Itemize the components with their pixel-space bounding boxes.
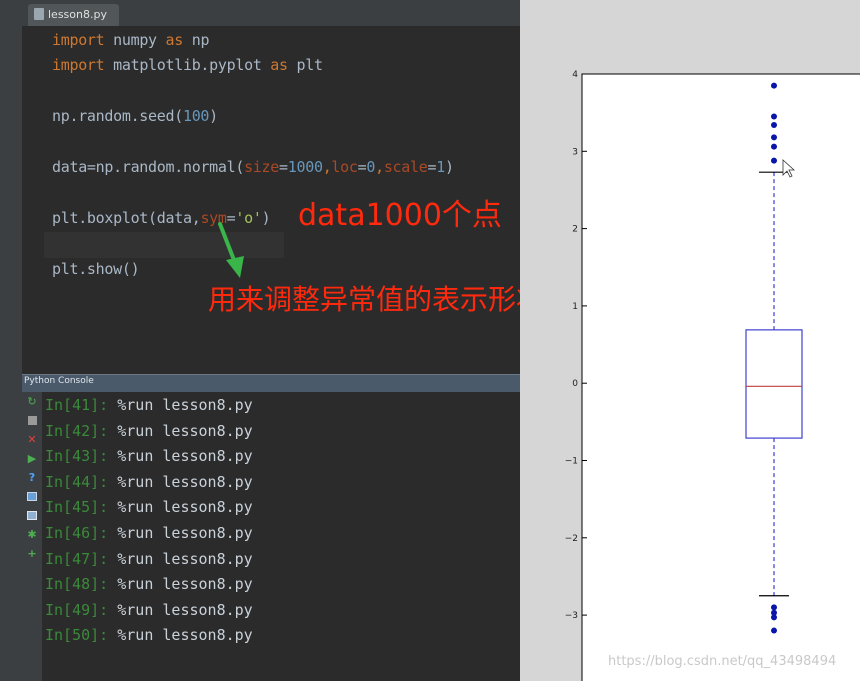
help-icon[interactable]: ? bbox=[26, 472, 38, 484]
outlier-point bbox=[771, 614, 777, 621]
console-prompt: In[48]: bbox=[45, 575, 109, 594]
console-header: Python Console bbox=[22, 374, 520, 392]
console-row: In[50]: %run lesson8.py bbox=[45, 626, 253, 644]
watermark: https://blog.csdn.net/qq_43498494 bbox=[608, 654, 837, 669]
console-title: Python Console bbox=[24, 376, 94, 386]
console-command: %run lesson8.py bbox=[117, 524, 253, 542]
console-command: %run lesson8.py bbox=[117, 498, 253, 517]
console-row: In[46]: %run lesson8.py bbox=[45, 524, 253, 542]
close-icon[interactable]: ✕ bbox=[26, 434, 38, 446]
y-tick-label: 3 bbox=[572, 147, 578, 157]
console-row: In[47]: %run lesson8.py bbox=[45, 550, 253, 568]
y-tick-label: −2 bbox=[565, 534, 578, 544]
y-tick-label: 1 bbox=[572, 302, 578, 312]
console-command: %run lesson8.py bbox=[117, 421, 253, 440]
console-command: %run lesson8.py bbox=[117, 447, 253, 466]
code-line-4: data=np.random.normal(size=1000,loc=0,sc… bbox=[52, 158, 454, 176]
console-command: %run lesson8.py bbox=[117, 396, 253, 414]
console-row: In[43]: %run lesson8.py bbox=[45, 447, 253, 465]
outlier-point bbox=[771, 157, 777, 164]
settings-icon[interactable] bbox=[26, 510, 38, 522]
console-command: %run lesson8.py bbox=[117, 626, 253, 645]
ide-side-strip bbox=[0, 0, 23, 681]
console-prompt: In[43]: bbox=[45, 447, 109, 466]
variables-icon[interactable] bbox=[26, 491, 38, 503]
console-prompt: In[44]: bbox=[45, 472, 109, 491]
console-row: In[41]: %run lesson8.py bbox=[45, 396, 253, 414]
file-tab-lesson8[interactable]: lesson8.py bbox=[28, 4, 119, 26]
console-command: %run lesson8.py bbox=[117, 600, 253, 619]
console-command: %run lesson8.py bbox=[117, 575, 253, 594]
plot-axes bbox=[581, 73, 860, 681]
console-row: In[48]: %run lesson8.py bbox=[45, 575, 253, 593]
console-row: In[44]: %run lesson8.py bbox=[45, 473, 253, 491]
console-prompt: In[49]: bbox=[45, 600, 109, 619]
console-prompt: In[45]: bbox=[45, 498, 109, 517]
y-tick-label: 0 bbox=[572, 379, 578, 389]
code-line-2: import matplotlib.pyplot as plt bbox=[52, 56, 323, 74]
console-prompt: In[42]: bbox=[45, 421, 109, 440]
outlier-point bbox=[771, 604, 777, 611]
console-prompt: In[41]: bbox=[45, 396, 109, 414]
add-icon[interactable]: + bbox=[26, 548, 38, 560]
console-row: In[45]: %run lesson8.py bbox=[45, 498, 253, 516]
console-row: In[49]: %run lesson8.py bbox=[45, 601, 253, 619]
editor-tab-bar: lesson8.py bbox=[22, 0, 520, 27]
console-prompt: In[50]: bbox=[45, 626, 109, 645]
outlier-point bbox=[771, 143, 777, 150]
run-icon[interactable]: ▶ bbox=[26, 453, 38, 465]
boxplot-figure: −3 −2 −1 0 1 2 3 4 bbox=[565, 70, 860, 681]
console-toolbar: ↻ ✕ ▶ ? ✱ + bbox=[22, 392, 42, 681]
console-prompt: In[47]: bbox=[45, 549, 109, 568]
y-tick-label: 2 bbox=[572, 225, 578, 235]
y-tick-label: −3 bbox=[565, 611, 578, 621]
outlier-point bbox=[771, 627, 777, 634]
annotation-outlier-shape: 用来调整异常值的表示形状 bbox=[208, 283, 520, 316]
file-tab-label: lesson8.py bbox=[48, 8, 107, 21]
outlier-point bbox=[771, 82, 777, 89]
outlier-point bbox=[771, 122, 777, 129]
code-line-6: plt.show() bbox=[52, 260, 140, 278]
code-line-1: import numpy as np bbox=[52, 31, 210, 49]
stop-icon[interactable] bbox=[26, 415, 38, 427]
y-tick-label: −1 bbox=[565, 457, 578, 467]
code-line-3: np.random.seed(100) bbox=[52, 107, 218, 125]
outlier-point bbox=[771, 113, 777, 120]
console-command: %run lesson8.py bbox=[117, 472, 253, 491]
outlier-point bbox=[771, 134, 777, 141]
console-command: %run lesson8.py bbox=[117, 549, 253, 568]
annotation-data1000: data1000个点 bbox=[298, 198, 502, 233]
python-file-icon bbox=[34, 8, 44, 20]
current-line-highlight bbox=[44, 232, 284, 258]
ide-window: lesson8.py import numpy as np import mat… bbox=[0, 0, 520, 681]
debug-icon[interactable]: ✱ bbox=[26, 529, 38, 541]
rerun-icon[interactable]: ↻ bbox=[26, 396, 38, 408]
console-prompt: In[46]: bbox=[45, 524, 109, 542]
y-tick-label: 4 bbox=[572, 70, 578, 80]
console-row: In[42]: %run lesson8.py bbox=[45, 422, 253, 440]
annotation-arrow-icon bbox=[218, 222, 244, 278]
console-output[interactable]: In[41]: %run lesson8.py In[42]: %run less… bbox=[42, 392, 520, 681]
